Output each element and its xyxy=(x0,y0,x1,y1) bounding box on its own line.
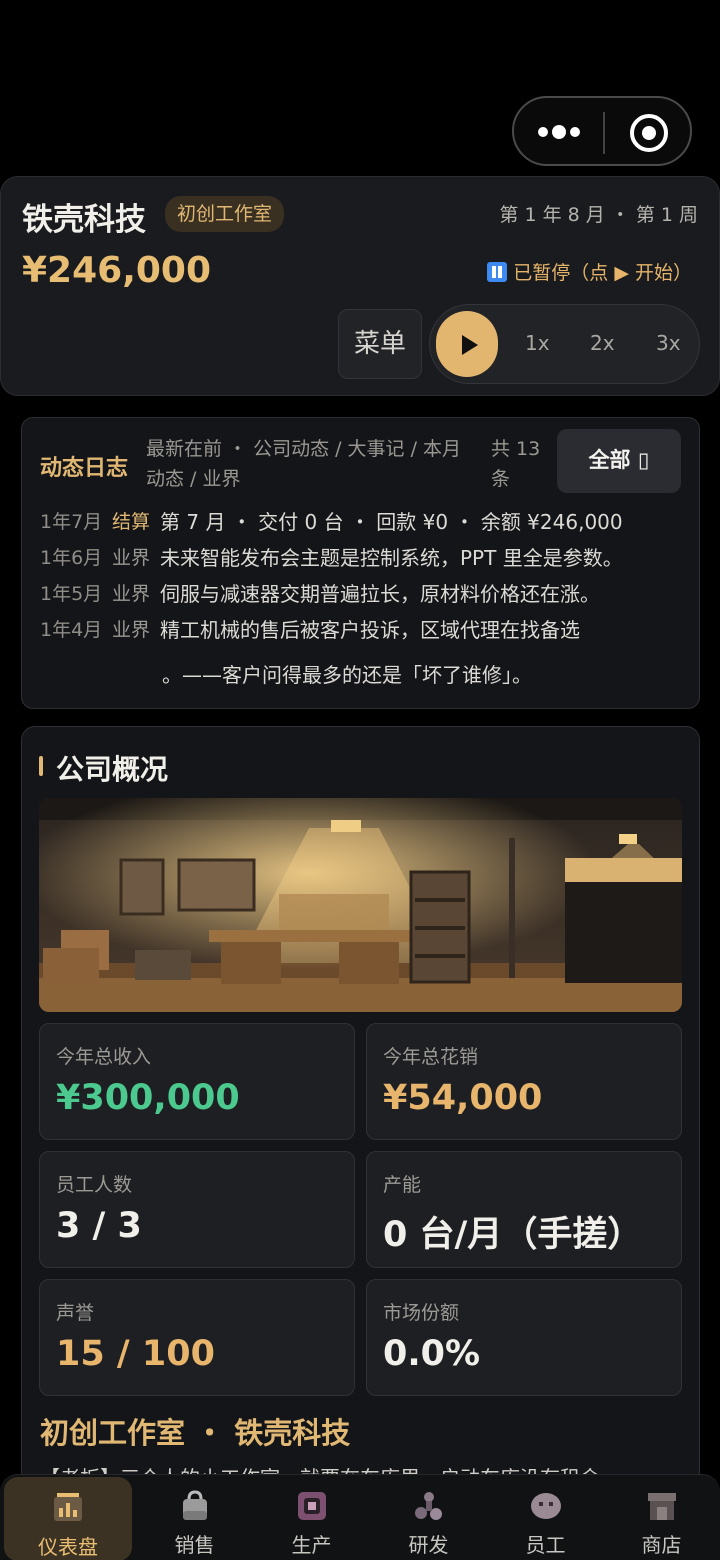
log-tag: 业界 xyxy=(112,619,151,641)
tab-dashboard[interactable]: 仪表盘 xyxy=(4,1477,132,1560)
stat-employees: 员工人数 3 / 3 xyxy=(39,1151,355,1268)
tab-label: 商店 xyxy=(641,1533,682,1557)
log-text: 精工机械的售后被客户投诉，区域代理在找备选 xyxy=(160,618,580,642)
stat-value: 3 / 3 xyxy=(56,1206,142,1246)
speed-3x[interactable]: 3x xyxy=(656,331,681,355)
company-name: 铁壳科技 xyxy=(22,202,146,238)
play-button[interactable] xyxy=(436,311,498,377)
bottom-tab-bar: 仪表盘 销售 生产 研发 员工 商店 xyxy=(0,1474,720,1560)
sales-bag-icon xyxy=(182,1490,207,1520)
log-tag: 业界 xyxy=(112,547,151,569)
pause-status[interactable]: 已暂停（点 ▶ 开始） xyxy=(487,258,692,285)
tab-label: 生产 xyxy=(291,1533,332,1557)
stat-annual-spending: 今年总花销 ¥54,000 xyxy=(366,1023,682,1140)
capsule-divider xyxy=(603,112,605,154)
log-entry: 1年5月 业界 伺服与减速器交期普遍拉长，原材料价格还在涨。 xyxy=(40,576,600,612)
log-date: 1年4月 xyxy=(40,619,103,641)
stat-label: 今年总收入 xyxy=(56,1046,152,1068)
stat-annual-revenue: 今年总收入 ¥300,000 xyxy=(39,1023,355,1140)
company-stage-title: 初创工作室 ・ 铁壳科技 xyxy=(40,1416,351,1450)
log-tag: 结算 xyxy=(112,511,151,533)
speed-1x[interactable]: 1x xyxy=(525,331,550,355)
tab-label: 员工 xyxy=(525,1533,566,1557)
section-accent-bar xyxy=(39,756,43,776)
more-icon[interactable] xyxy=(538,122,580,142)
tab-shop[interactable]: 商店 xyxy=(603,1475,720,1560)
garage-workshop-illustration xyxy=(39,798,682,1012)
log-title: 动态日志 xyxy=(40,456,129,481)
stat-label: 市场份额 xyxy=(383,1302,460,1324)
menu-button[interactable]: 菜单 xyxy=(338,309,422,379)
stat-value: 15 / 100 xyxy=(56,1334,215,1374)
staff-icon xyxy=(530,1493,561,1519)
stat-value: 0.0% xyxy=(383,1334,481,1374)
log-filter[interactable]: 最新在前 ・ 公司动态 / 大事记 / 本月动态 / 业界 xyxy=(146,434,476,494)
stat-label: 产能 xyxy=(383,1174,422,1196)
log-entry: 1年7月 结算 第 7 月 ・ 交付 0 台 ・ 回款 ¥0 ・ 余额 ¥246… xyxy=(40,504,623,540)
tab-label: 销售 xyxy=(174,1533,215,1557)
production-icon xyxy=(297,1492,326,1520)
log-date: 1年6月 xyxy=(40,547,103,569)
speed-control: 1x 2x 3x xyxy=(429,304,700,384)
log-date: 1年7月 xyxy=(40,511,103,533)
speed-2x[interactable]: 2x xyxy=(590,331,615,355)
log-all-button[interactable]: 全部 ▯ xyxy=(557,429,681,493)
tab-research[interactable]: 研发 xyxy=(370,1475,487,1560)
close-target-icon[interactable] xyxy=(630,114,668,152)
tab-production[interactable]: 生产 xyxy=(253,1475,370,1560)
log-count: 共 13 条 xyxy=(491,438,541,490)
tab-sales[interactable]: 销售 xyxy=(136,1475,253,1560)
overview-title: 公司概况 xyxy=(56,753,169,786)
cash-balance: ¥246,000 xyxy=(22,250,212,291)
stat-label: 员工人数 xyxy=(56,1174,133,1196)
pause-status-text: 已暂停（点 ▶ 开始） xyxy=(513,262,692,284)
stat-value: 0 台/月（手搓） xyxy=(383,1215,643,1255)
tab-label: 研发 xyxy=(408,1533,449,1557)
stat-value: ¥54,000 xyxy=(383,1078,543,1118)
stage-badge: 初创工作室 xyxy=(165,196,285,232)
stat-label: 今年总花销 xyxy=(383,1046,479,1068)
tab-staff[interactable]: 员工 xyxy=(487,1475,604,1560)
log-tag: 业界 xyxy=(112,583,151,605)
log-entry: 1年4月 业界 精工机械的售后被客户投诉，区域代理在找备选 xyxy=(40,612,580,648)
miniprogram-capsule xyxy=(512,96,692,166)
log-entry: 1年6月 业界 未来智能发布会主题是控制系统，PPT 里全是参数。 xyxy=(40,540,623,576)
pause-icon xyxy=(487,261,508,282)
log-date: 1年5月 xyxy=(40,583,103,605)
stat-reputation: 声誉 15 / 100 xyxy=(39,1279,355,1396)
log-text: 伺服与减速器交期普遍拉长，原材料价格还在涨。 xyxy=(160,582,600,606)
log-text: 第 7 月 ・ 交付 0 台 ・ 回款 ¥0 ・ 余额 ¥246,000 xyxy=(160,510,623,534)
stat-label: 声誉 xyxy=(56,1302,95,1324)
tab-label: 仪表盘 xyxy=(38,1535,98,1559)
shop-icon xyxy=(647,1493,676,1520)
dashboard-icon xyxy=(54,1493,82,1521)
research-icon xyxy=(414,1492,442,1520)
stat-value: ¥300,000 xyxy=(56,1078,240,1118)
log-text-continuation: 。——客户问得最多的还是「坏了谁修」。 xyxy=(162,663,532,687)
game-date: 第 1 年 8 月 ・ 第 1 周 xyxy=(499,204,698,226)
stat-capacity: 产能 0 台/月（手搓） xyxy=(366,1151,682,1268)
stat-market-share: 市场份额 0.0% xyxy=(366,1279,682,1396)
log-text: 未来智能发布会主题是控制系统，PPT 里全是参数。 xyxy=(160,546,623,570)
